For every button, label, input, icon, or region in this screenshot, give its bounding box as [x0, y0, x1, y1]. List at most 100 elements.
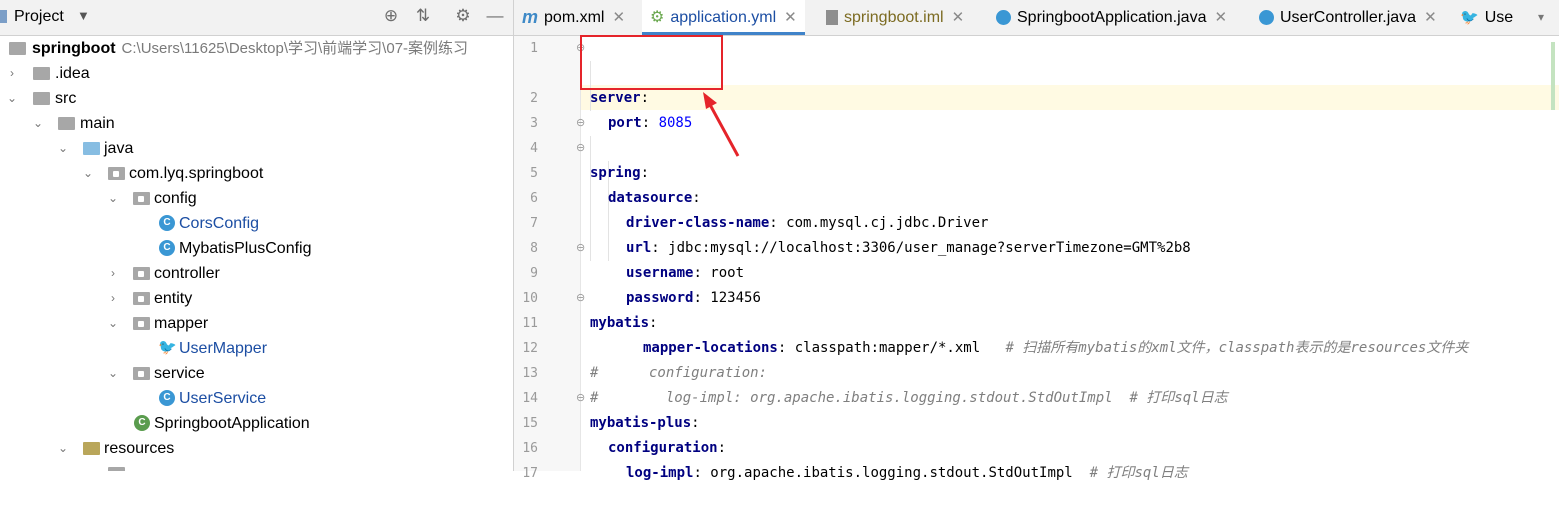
tab-springbootapplication-java[interactable]: SpringbootApplication.java ✕ [996, 0, 1227, 35]
resources-folder-icon [83, 442, 100, 455]
file-icon [826, 10, 838, 26]
tree-item-usermapper[interactable]: 🐦 UserMapper [0, 336, 513, 361]
editor-tabs: m pom.xml ✕ ⚙ application.yml ✕ springboot.i… [514, 0, 1559, 36]
tree-item-springboot[interactable]: springboot C:\Users\11625\Desktop\学习\前端学习… [0, 36, 513, 61]
folder-icon [33, 67, 50, 80]
code-line[interactable]: 5 datasource: [514, 136, 1559, 206]
folder-icon [58, 117, 75, 130]
code-line[interactable]: 17 [514, 436, 1559, 481]
chevron-down-icon[interactable]: ⌄ [57, 436, 69, 461]
code-editor[interactable]: ⊖ ⊖ ⊖ ⊖ ⊖ ⊖ 1 server: 2 port: 8085 3 4 s… [514, 36, 1559, 481]
code-line[interactable]: 11 mapper-locations: classpath:mapper/*.… [514, 286, 1559, 356]
collapse-all-icon[interactable]: ⇅ [412, 5, 434, 27]
tree-item-partial: › [0, 461, 513, 471]
code-line[interactable]: 10 mybatis: [514, 261, 1559, 331]
java-class-icon: C [159, 215, 175, 231]
tree-item-label: com.lyq.springboot [129, 165, 264, 182]
tree-item-label: UserMapper [179, 340, 268, 357]
code-line[interactable]: 16 log-impl: org.apache.ibatis.logging.s… [514, 411, 1559, 481]
chevron-down-icon[interactable]: ⌄ [107, 186, 119, 211]
tree-item-config[interactable]: ⌄ config [0, 186, 513, 211]
package-icon [133, 267, 150, 280]
mybatis-bird-icon: 🐦 [158, 339, 177, 356]
chevron-down-icon[interactable]: ⌄ [107, 311, 119, 336]
tree-item-springbootapplication[interactable]: C SpringbootApplication [0, 411, 513, 436]
tree-item-controller[interactable]: › controller [0, 261, 513, 286]
code-line[interactable]: 14 mybatis-plus: [514, 361, 1559, 431]
chevron-down-icon[interactable]: ⌄ [82, 161, 94, 186]
spring-boot-class-icon: C [134, 415, 150, 431]
tree-item-userservice[interactable]: C UserService [0, 386, 513, 411]
close-icon[interactable]: ✕ [1214, 9, 1227, 26]
project-view-icon [0, 10, 7, 23]
chevron-down-icon[interactable]: ⌄ [32, 111, 44, 136]
tree-item-java[interactable]: ⌄ java [0, 136, 513, 161]
chevron-down-icon[interactable]: ⌄ [57, 136, 69, 161]
tree-item-package[interactable]: ⌄ com.lyq.springboot [0, 161, 513, 186]
tree-item-idea[interactable]: › .idea [0, 61, 513, 86]
tree-item-service[interactable]: ⌄ service [0, 361, 513, 386]
close-icon[interactable]: ✕ [612, 9, 625, 26]
highlight-box [580, 35, 723, 90]
close-icon[interactable]: ✕ [952, 9, 965, 26]
tree-item-src[interactable]: ⌄ src [0, 86, 513, 111]
tree-item-label: src [55, 90, 77, 107]
chevron-down-icon[interactable]: ▼ [77, 8, 90, 23]
tree-item-label: MybatisPlusConfig [179, 240, 312, 257]
yaml-comment: # 打印sql日志 [1089, 465, 1188, 481]
tree-item-label: resources [104, 440, 175, 457]
tab-label: pom.xml [544, 9, 605, 26]
java-class-icon: C [159, 390, 175, 406]
code-line[interactable]: 15 configuration: [514, 386, 1559, 456]
code-line[interactable]: 6 driver-class-name: com.mysql.cj.jdbc.D… [514, 161, 1559, 231]
tab-label: UserController.java [1280, 9, 1417, 26]
chevron-right-icon[interactable]: › [107, 286, 119, 311]
code-line[interactable]: 7 url: jdbc:mysql://localhost:3306/user_… [514, 186, 1559, 256]
tree-item-mybatisplusconfig[interactable]: C MybatisPlusConfig [0, 236, 513, 261]
close-icon[interactable]: ✕ [784, 9, 797, 26]
java-class-icon [1259, 10, 1274, 26]
chevron-right-icon[interactable]: › [107, 261, 119, 286]
project-view-title[interactable]: Project [14, 8, 64, 26]
code-line[interactable]: 8 username: root [514, 211, 1559, 281]
hide-icon[interactable]: — [484, 5, 506, 27]
chevron-down-icon[interactable]: ⌄ [107, 361, 119, 386]
chevron-down-icon[interactable]: ⌄ [6, 86, 18, 111]
tab-overflow-icon[interactable]: ▾ [1538, 0, 1544, 35]
gear-icon[interactable]: ⚙ [452, 5, 474, 27]
code-line[interactable]: 13 # log-impl: org.apache.ibatis.logging… [514, 336, 1559, 406]
tab-usermapper-partial[interactable]: 🐦 Use [1460, 0, 1513, 35]
tab-springboot-iml[interactable]: springboot.iml ✕ [826, 0, 964, 35]
tree-item-label: main [80, 115, 115, 132]
tree-item-entity[interactable]: › entity [0, 286, 513, 311]
module-path: C:\Users\11625\Desktop\学习\前端学习\07-案例练习 [121, 40, 469, 57]
tab-label: springboot.iml [844, 9, 944, 26]
tab-pom-xml[interactable]: m pom.xml ✕ [522, 0, 625, 35]
tab-application-yml[interactable]: ⚙ application.yml ✕ [642, 0, 805, 35]
line-number: 17 [522, 466, 538, 481]
tree-item-mapper[interactable]: ⌄ mapper [0, 311, 513, 336]
line-number: 1 [530, 41, 538, 56]
tree-item-label: entity [154, 290, 193, 307]
locate-icon[interactable]: ⊕ [380, 5, 402, 27]
tree-item-corsconfig[interactable]: C CorsConfig [0, 211, 513, 236]
code-line[interactable]: 9 password: 123456 [514, 236, 1559, 306]
tree-item-resources[interactable]: ⌄ resources [0, 436, 513, 461]
chevron-right-icon[interactable]: › [6, 61, 18, 86]
folder-icon [108, 467, 125, 471]
code-line[interactable]: 4 spring: [514, 111, 1559, 181]
chevron-right-icon[interactable]: › [82, 461, 94, 471]
tab-usercontroller-java[interactable]: UserController.java ✕ [1259, 0, 1437, 35]
folder-icon [33, 92, 50, 105]
close-icon[interactable]: ✕ [1424, 9, 1437, 26]
tab-label: SpringbootApplication.java [1017, 9, 1207, 26]
tree-item-label: service [154, 365, 205, 382]
code-line[interactable]: 12 # configuration: [514, 311, 1559, 381]
module-folder-icon [9, 42, 26, 55]
tree-item-label: controller [154, 265, 220, 282]
package-icon [133, 317, 150, 330]
package-icon [133, 367, 150, 380]
tree-item-label: .idea [55, 65, 90, 82]
module-name: springboot [32, 40, 116, 57]
tree-item-main[interactable]: ⌄ main [0, 111, 513, 136]
